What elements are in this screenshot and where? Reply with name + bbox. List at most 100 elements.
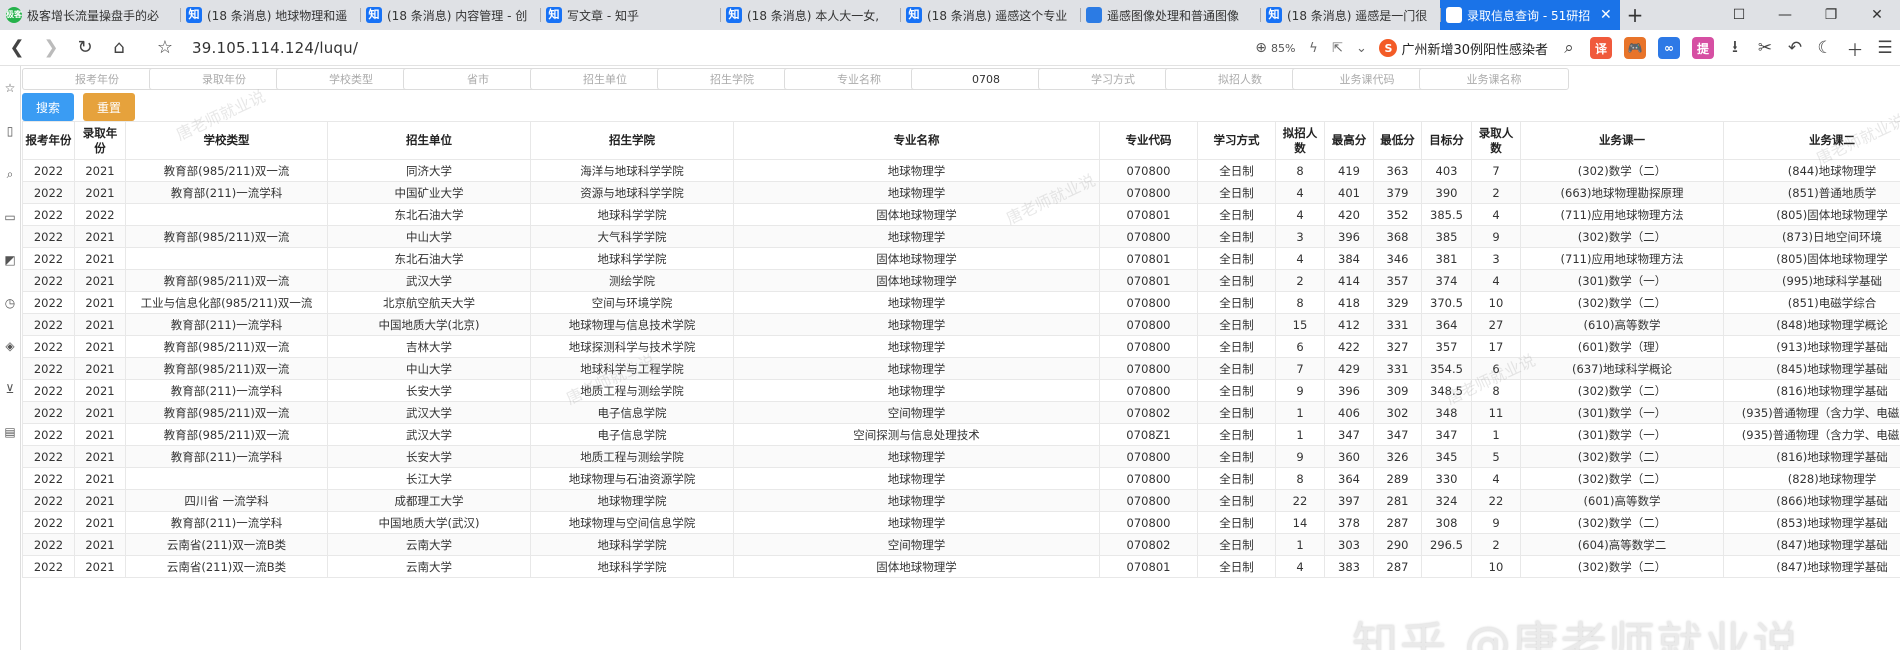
note-ext-icon[interactable]: 提 [1692, 37, 1714, 59]
browser-tab[interactable]: 极客 极客增长流量操盘手的必 [0, 0, 180, 30]
close-tab-icon[interactable]: ✕ [1600, 7, 1614, 23]
table-cell: 空间探测与信息处理技术 [733, 423, 1100, 446]
course-name-filter[interactable]: 业务课名称 [1419, 68, 1569, 90]
cart-sidebar-icon[interactable]: ⊻ [2, 381, 18, 397]
table-cell: 2022 [22, 357, 75, 380]
table-row[interactable]: 2022 2021 教育部(985/211)双一流 武汉大学 电子信息学院 空间物理学 07… [22, 401, 1900, 424]
minimize-icon[interactable]: — [1762, 0, 1808, 30]
browser-tab[interactable]: 知写文章 - 知乎 [540, 0, 720, 30]
translate-ext-icon[interactable]: 译 [1590, 37, 1612, 59]
table-row[interactable]: 2022 2021 教育部(985/211)双一流 吉林大学 地球探测科学与技术学院 地球… [22, 335, 1900, 358]
tab-title: 极客增长流量操盘手的必 [27, 8, 160, 23]
table-row[interactable]: 2022 2021 教育部(211)一流学科 中国矿业大学 资源与地球科学学院 地球物理学… [22, 181, 1900, 204]
tag-sidebar-icon[interactable]: ◈ [2, 338, 18, 354]
table-row[interactable]: 2022 2021 教育部(211)一流学科 中国地质大学(武汉) 地球物理与空间信息学… [22, 511, 1900, 534]
column-header[interactable]: 招生单位 [327, 121, 531, 160]
back-icon[interactable]: ❮ [0, 33, 34, 63]
browser-tab[interactable]: 遥感图像处理和普通图像 [1080, 0, 1260, 30]
column-header[interactable]: 学习方式 [1197, 121, 1276, 160]
table-cell: 401 [1324, 181, 1374, 204]
search-sidebar-icon[interactable]: ⌕ [2, 166, 18, 182]
column-header[interactable]: 学校类型 [125, 121, 328, 160]
add-icon[interactable]: ＋ [1840, 30, 1870, 66]
lightning-icon[interactable]: ϟ [1301, 30, 1325, 66]
column-header[interactable]: 拟招人 数 [1275, 121, 1325, 160]
table-cell: 390 [1421, 181, 1472, 204]
night-mode-icon[interactable]: ☾ [1810, 30, 1840, 66]
window-menu-icon[interactable]: ☐ [1716, 0, 1762, 30]
menu-icon[interactable]: ☰ [1870, 30, 1900, 66]
table-cell: 2022 [74, 203, 126, 226]
table-cell: 2021 [74, 489, 126, 512]
column-header[interactable]: 最高分 [1324, 121, 1374, 160]
reset-button[interactable]: 重置 [83, 93, 135, 121]
table-row[interactable]: 2022 2021 教育部(985/211)双一流 中山大学 地球科学与工程学院 地球物理… [22, 357, 1900, 380]
column-header[interactable]: 业务课二 [1723, 121, 1900, 160]
table-cell: 8 [1471, 379, 1521, 402]
restore-icon[interactable]: ❐ [1808, 0, 1854, 30]
bookmark-star-icon[interactable]: ☆ [148, 33, 182, 63]
table-row[interactable]: 2022 2021 工业与信息化部(985/211)双一流 北京航空航天大学 空间与环境… [22, 291, 1900, 314]
forward-icon[interactable]: ❯ [34, 33, 68, 63]
column-header[interactable]: 专业名称 [733, 121, 1100, 160]
table-row[interactable]: 2022 2021 东北石油大学 地球科学学院 固体地球物理学 070801 全日制 4 384… [22, 247, 1900, 270]
clock-sidebar-icon[interactable]: ◷ [2, 295, 18, 311]
table-cell: 2022 [22, 423, 75, 446]
table-row[interactable]: 2022 2021 四川省 一流学科 成都理工大学 地球物理学院 地球物理学 070800 全… [22, 489, 1900, 512]
table-row[interactable]: 2022 2021 教育部(211)一流学科 长安大学 地质工程与测绘学院 地球物理学 07… [22, 379, 1900, 402]
table-row[interactable]: 2022 2021 教育部(985/211)双一流 武汉大学 测绘学院 固体地球物理学 07… [22, 269, 1900, 292]
share-icon[interactable]: ⇱ [1325, 30, 1349, 66]
browser-tab[interactable]: 知 (18 条消息) 地球物理和遥 [180, 0, 360, 30]
star-sidebar-icon[interactable]: ☆ [2, 80, 18, 96]
tv-sidebar-icon[interactable]: ▭ [2, 209, 18, 225]
book-sidebar-icon[interactable]: ▤ [2, 424, 18, 440]
table-row[interactable]: 2022 2021 教育部(985/211)双一流 同济大学 海洋与地球科学学院 地球物理… [22, 159, 1900, 182]
table-cell: 070800 [1099, 225, 1198, 248]
magnifier-icon[interactable]: ⌕ [1554, 30, 1584, 66]
column-header[interactable]: 录取人 数 [1471, 121, 1521, 160]
table-row[interactable]: 2022 2021 教育部(985/211)双一流 中山大学 大气科学学院 地球物理学 07… [22, 225, 1900, 248]
table-row[interactable]: 2022 2021 教育部(211)一流学科 中国地质大学(北京) 地球物理与信息技术学… [22, 313, 1900, 336]
column-header[interactable]: 业务课一 [1520, 121, 1724, 160]
weibo-sidebar-icon[interactable]: ◩ [2, 252, 18, 268]
table-row[interactable]: 2022 2021 云南省(211)双一流B类 云南大学 地球科学学院 固体地球物理学 07… [22, 555, 1900, 578]
home-icon[interactable]: ⌂ [102, 33, 136, 63]
browser-tab[interactable]: 知 (18 条消息) 遥感这个专业 [900, 0, 1080, 30]
search-button[interactable]: 搜索 [22, 93, 74, 121]
column-header[interactable]: 最低分 [1373, 121, 1422, 160]
column-header[interactable]: 专业代码 [1099, 121, 1198, 160]
browser-tab[interactable]: 知 (18 条消息) 本人大一女, [720, 0, 900, 30]
chevron-down-icon[interactable]: ⌄ [1349, 30, 1373, 66]
close-window-icon[interactable]: ✕ [1854, 0, 1900, 30]
table-cell: 全日制 [1197, 511, 1276, 534]
column-header[interactable]: 报考年份 [22, 121, 75, 160]
filter-placeholder: 业务课代码 [1339, 73, 1395, 86]
table-cell: 全日制 [1197, 445, 1276, 468]
column-header[interactable]: 录取年 份 [74, 121, 126, 160]
url-field[interactable]: 39.105.114.124/luqu/ [192, 39, 358, 57]
column-header[interactable]: 招生学院 [530, 121, 734, 160]
table-row[interactable]: 2022 2022 东北石油大学 地球科学学院 固体地球物理学 070801 全日制 4 420… [22, 203, 1900, 226]
column-header[interactable]: 目标分 [1421, 121, 1472, 160]
browser-tab[interactable]: 录取信息查询 - 51研招 ✕ [1440, 0, 1620, 30]
reload-icon[interactable]: ↻ [68, 33, 102, 63]
table-row[interactable]: 2022 2021 长江大学 地球物理与石油资源学院 地球物理学 070800 全日制 8 36… [22, 467, 1900, 490]
game-ext-icon[interactable]: 🎮 [1624, 37, 1646, 59]
zoom-indicator[interactable]: ⊕ 85% [1255, 40, 1295, 56]
table-cell: 全日制 [1197, 159, 1276, 182]
tab-title: (18 条消息) 内容管理 - 创 [387, 8, 528, 23]
scissors-icon[interactable]: ✂ [1750, 30, 1780, 66]
copy-sidebar-icon[interactable]: ▯ [2, 123, 18, 139]
new-tab-button[interactable]: + [1620, 0, 1650, 30]
search-suggestion-box[interactable]: S 广州新增30例阳性感染者 [1379, 39, 1548, 58]
download-icon[interactable]: ⭳ [1720, 30, 1750, 66]
table-row[interactable]: 2022 2021 云南省(211)双一流B类 云南大学 地球科学学院 空间物理学 0708… [22, 533, 1900, 556]
table-cell: 2022 [22, 555, 75, 578]
table-row[interactable]: 2022 2021 教育部(211)一流学科 长安大学 地质工程与测绘学院 地球物理学 07… [22, 445, 1900, 468]
table-row[interactable]: 2022 2021 教育部(985/211)双一流 武汉大学 电子信息学院 空间探测与信息… [22, 423, 1900, 446]
undo-icon[interactable]: ↶ [1780, 30, 1810, 66]
browser-tab[interactable]: 知 (18 条消息) 遥感是一门很 [1260, 0, 1440, 30]
browser-tab[interactable]: 知 (18 条消息) 内容管理 - 创 [360, 0, 540, 30]
zoom-level: 85% [1271, 41, 1296, 55]
infinity-ext-icon[interactable]: ∞ [1658, 37, 1680, 59]
